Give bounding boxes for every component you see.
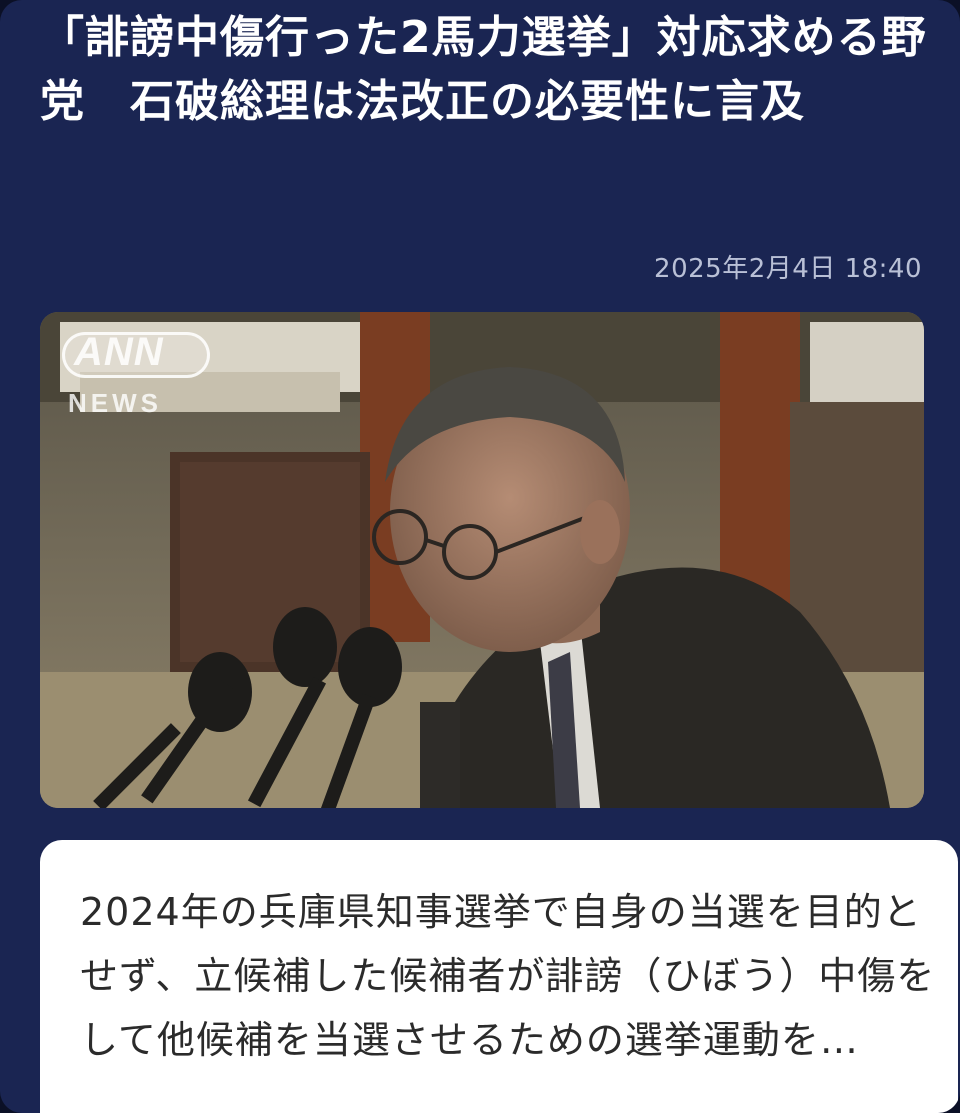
news-logo-text: NEWS <box>68 388 162 418</box>
article-photo[interactable]: ANN NEWS <box>40 312 924 808</box>
article-date: 2025年2月4日 18:40 <box>654 254 922 284</box>
news-card[interactable]: 「誹謗中傷行った2馬力選挙」対応求める野党 石破総理は法改正の必要性に言及 20… <box>0 0 960 1113</box>
article-headline[interactable]: 「誹謗中傷行った2馬力選挙」対応求める野党 石破総理は法改正の必要性に言及 <box>40 6 930 134</box>
article-summary: 2024年の兵庫県知事選挙で自身の当選を目的とせず、立候補した候補者が誹謗（ひぼ… <box>80 890 936 1062</box>
photo-illustration <box>40 312 924 808</box>
ann-logo-text: ANN <box>74 330 164 374</box>
article-summary-box[interactable]: 2024年の兵庫県知事選挙で自身の当選を目的とせず、立候補した候補者が誹謗（ひぼ… <box>40 840 958 1113</box>
